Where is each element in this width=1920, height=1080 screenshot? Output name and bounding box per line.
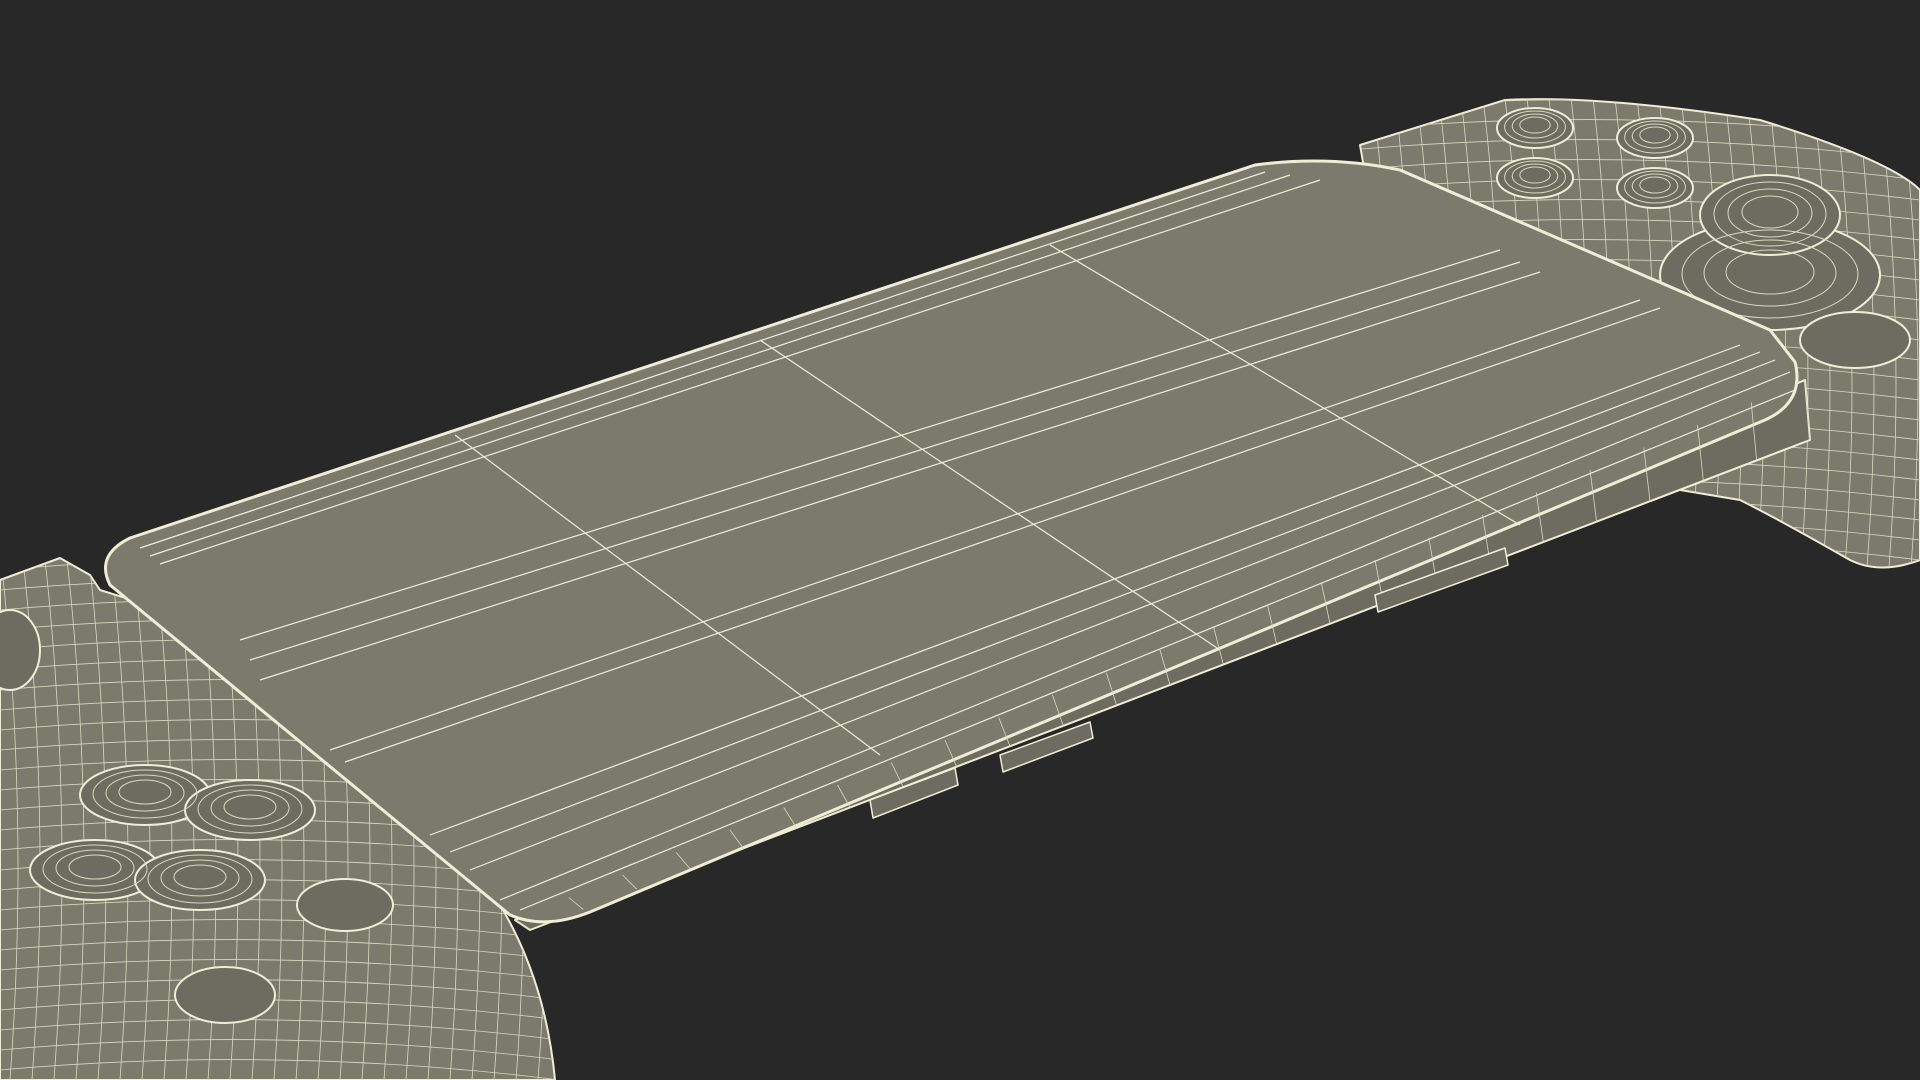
dpad-button-right [184,779,316,841]
render-viewport [0,0,1920,1080]
dpad-button-down [134,849,266,911]
thumbstick-cap [1699,174,1841,256]
wireframe-scene [0,0,1920,1080]
left-small-button [296,878,394,932]
right-extra-button [1799,311,1911,369]
left-bottom-button [174,966,276,1024]
